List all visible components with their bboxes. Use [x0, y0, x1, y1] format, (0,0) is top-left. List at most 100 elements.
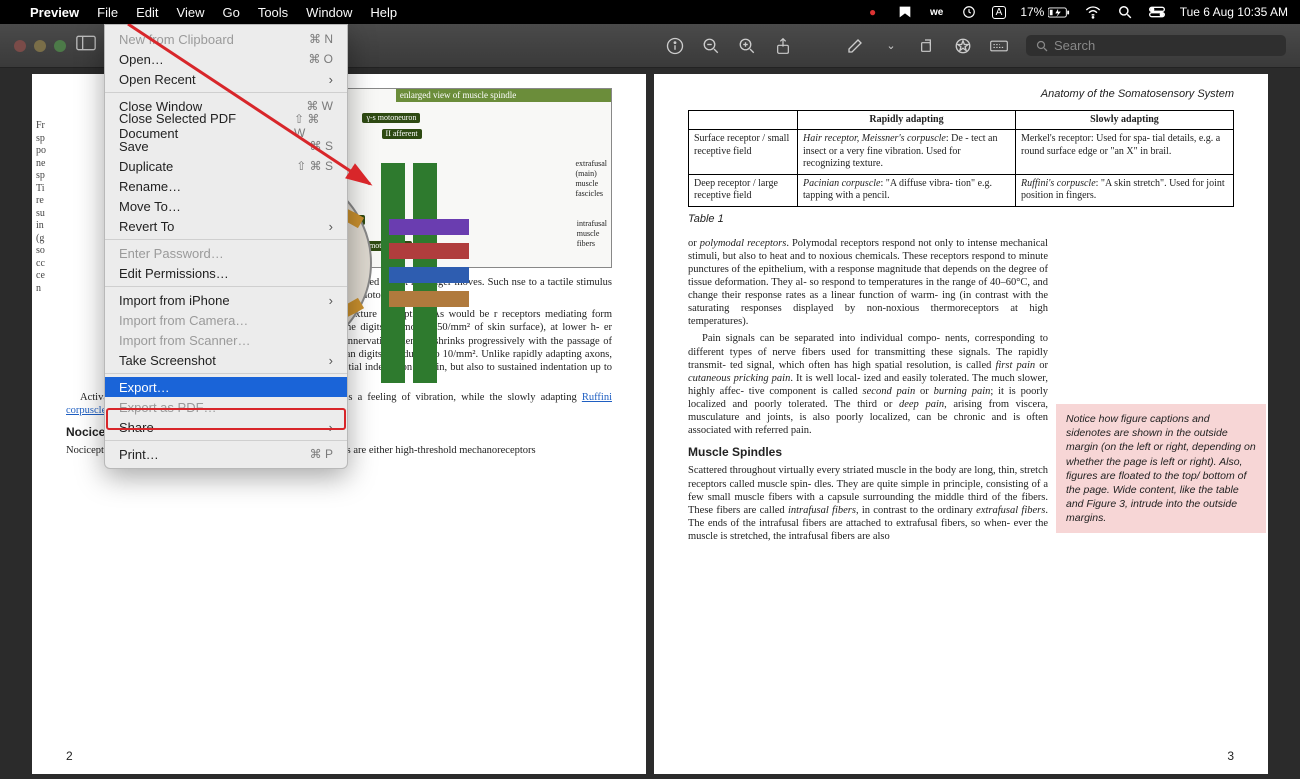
menu-window[interactable]: Window: [306, 5, 352, 20]
minimize-window-button[interactable]: [34, 40, 46, 52]
menu-item-label: Take Screenshot: [119, 353, 216, 368]
menu-item-close-selected-pdf-document[interactable]: Close Selected PDF Document⇧ ⌘ W: [105, 116, 347, 136]
table-h2: Slowly adapting: [1016, 110, 1234, 130]
menu-item-import-from-camera: Import from Camera…: [105, 310, 347, 330]
figure-header: enlarged view of muscle spindle: [396, 89, 611, 102]
search-input[interactable]: Search: [1026, 35, 1286, 56]
menu-item-label: Revert To: [119, 219, 174, 234]
menu-item-open-recent[interactable]: Open Recent›: [105, 69, 347, 89]
sidenote-box: Notice how figure captions and sidenotes…: [1056, 404, 1266, 533]
menu-item-label: Export as PDF…: [119, 400, 217, 415]
menu-edit[interactable]: Edit: [136, 5, 158, 20]
sidebar-toggle-icon[interactable]: [76, 35, 96, 56]
menu-separator: [105, 286, 347, 287]
input-source-icon[interactable]: A: [992, 6, 1007, 19]
menu-item-label: Share: [119, 420, 154, 435]
share-icon[interactable]: [774, 37, 792, 55]
search-placeholder: Search: [1054, 38, 1095, 53]
zoom-window-button[interactable]: [54, 40, 66, 52]
receptor-table: Rapidly adapting Slowly adapting Surface…: [688, 110, 1234, 207]
close-window-button[interactable]: [14, 40, 26, 52]
menu-help[interactable]: Help: [370, 5, 397, 20]
menu-item-label: Open…: [119, 52, 164, 67]
page-right-body: or polymodal receptors. Polymodal recept…: [688, 237, 1048, 548]
chevron-down-icon[interactable]: ⌄: [882, 37, 900, 55]
markup-icon[interactable]: [846, 37, 864, 55]
menu-item-edit-permissions[interactable]: Edit Permissions…: [105, 263, 347, 283]
menu-item-label: New from Clipboard: [119, 32, 234, 47]
menu-item-export-as-pdf: Export as PDF…: [105, 397, 347, 417]
right-para-1: or polymodal receptors. Polymodal recept…: [688, 237, 1048, 329]
figure-side-bot: intrafusal muscle fibers: [577, 219, 607, 249]
right-para-3: Scattered throughout virtually every str…: [688, 464, 1048, 543]
wifi-icon[interactable]: [1084, 3, 1102, 21]
figure-side-top: extrafusal (main) muscle fascicles: [575, 159, 607, 199]
running-head-right: Anatomy of the Somatosensory System: [688, 88, 1234, 102]
menu-item-label: Import from Camera…: [119, 313, 248, 328]
spotlight-icon[interactable]: [1116, 3, 1134, 21]
menu-item-move-to[interactable]: Move To…: [105, 196, 347, 216]
submenu-arrow-icon: ›: [329, 72, 333, 87]
table-r2c0: Deep receptor / large receptive field: [689, 174, 798, 206]
table-caption: Table 1: [688, 213, 1234, 227]
wetransfer-icon[interactable]: we: [928, 3, 946, 21]
submenu-arrow-icon: ›: [329, 353, 333, 368]
mac-menubar: Preview File Edit View Go Tools Window H…: [0, 0, 1300, 24]
rotate-icon[interactable]: [918, 37, 936, 55]
menu-item-export[interactable]: Export…: [105, 377, 347, 397]
app-name[interactable]: Preview: [30, 5, 79, 20]
menu-go[interactable]: Go: [222, 5, 239, 20]
menu-shortcut: ⌘ W: [306, 99, 333, 113]
menu-item-label: Print…: [119, 447, 159, 462]
menu-item-print[interactable]: Print…⌘ P: [105, 444, 347, 464]
page-right: Anatomy of the Somatosensory System Rapi…: [654, 74, 1268, 774]
menu-file[interactable]: File: [97, 5, 118, 20]
menu-separator: [105, 92, 347, 93]
menu-item-label: Edit Permissions…: [119, 266, 229, 281]
menu-separator: [105, 239, 347, 240]
battery-status[interactable]: 17%: [1020, 5, 1069, 19]
table-r1c1: Hair receptor, Meissner's corpuscle: De …: [798, 130, 1016, 175]
table-r2c2: Ruffini's corpuscle: "A skin stretch". U…: [1016, 174, 1234, 206]
timemachine-icon[interactable]: [960, 3, 978, 21]
zoom-out-icon[interactable]: [702, 37, 720, 55]
menu-item-share[interactable]: Share ›: [105, 417, 347, 437]
menu-tools[interactable]: Tools: [258, 5, 288, 20]
menu-item-open[interactable]: Open…⌘ O: [105, 49, 347, 69]
menu-item-take-screenshot[interactable]: Take Screenshot ›: [105, 350, 347, 370]
menu-item-import-from-iphone[interactable]: Import from iPhone›: [105, 290, 347, 310]
menu-shortcut: ⇧ ⌘ S: [296, 159, 333, 173]
menu-separator: [105, 440, 347, 441]
menu-view[interactable]: View: [177, 5, 205, 20]
menu-item-label: Import from iPhone: [119, 293, 230, 308]
status-dot-icon[interactable]: ●: [864, 3, 882, 21]
submenu-arrow-icon: ›: [329, 420, 333, 435]
file-menu-dropdown: New from Clipboard ⌘ N Open…⌘ OOpen Recent…: [104, 24, 348, 469]
menu-item-label: Close Selected PDF Document: [119, 111, 294, 141]
menu-item-label: Duplicate: [119, 159, 173, 174]
highlight-icon[interactable]: [954, 37, 972, 55]
menu-item-import-from-scanner: Import from Scanner…: [105, 330, 347, 350]
info-icon[interactable]: [666, 37, 684, 55]
menu-shortcut: ⌘ S: [310, 139, 333, 153]
page-number-right: 3: [1227, 749, 1234, 764]
table-r1c2: Merkel's receptor: Used for spa- tial de…: [1016, 130, 1234, 175]
menu-item-revert-to[interactable]: Revert To ›: [105, 216, 347, 236]
left-cutoff-text: Fr sp po ne sp Ti re su in (g so cc ce n: [36, 120, 54, 295]
zoom-in-icon[interactable]: [738, 37, 756, 55]
right-para-2: Pain signals can be separated into indiv…: [688, 332, 1048, 437]
control-center-icon[interactable]: [1148, 3, 1166, 21]
clock[interactable]: Tue 6 Aug 10:35 AM: [1180, 5, 1288, 19]
menu-item-rename[interactable]: Rename…: [105, 176, 347, 196]
submenu-arrow-icon: ›: [329, 219, 333, 234]
malwarebytes-icon[interactable]: [896, 3, 914, 21]
form-icon[interactable]: [990, 37, 1008, 55]
menu-item-enter-password: Enter Password…: [105, 243, 347, 263]
menu-shortcut: ⇧ ⌘ W: [294, 112, 333, 140]
menu-shortcut: ⌘ N: [309, 32, 333, 46]
window-controls: [14, 40, 66, 52]
table-r2c1: Pacinian corpuscle: "A diffuse vibra- ti…: [798, 174, 1016, 206]
menu-item-label: Import from Scanner…: [119, 333, 251, 348]
menu-item-label: Enter Password…: [119, 246, 224, 261]
menu-item-duplicate[interactable]: Duplicate ⇧ ⌘ S: [105, 156, 347, 176]
